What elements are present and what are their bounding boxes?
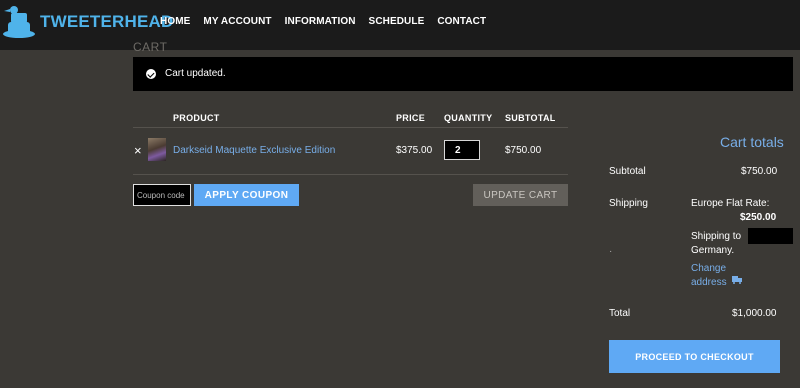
quantity-input[interactable] (444, 140, 480, 160)
logo-icon[interactable] (2, 3, 36, 39)
change-address-link-line2[interactable]: address (691, 277, 727, 288)
nav-my-account[interactable]: MY ACCOUNT (203, 16, 271, 27)
product-thumbnail[interactable] (148, 138, 166, 161)
product-name-link[interactable]: Darkseid Maquette Exclusive Edition (173, 145, 335, 156)
top-navbar: TWEETERHEAD HOME MY ACCOUNT INFORMATION … (0, 0, 800, 50)
main-nav: HOME MY ACCOUNT INFORMATION SCHEDULE CON… (160, 16, 499, 27)
total-value: $1,000.00 (732, 308, 777, 319)
page-title: CART (133, 40, 168, 54)
col-header-quantity: QUANTITY (444, 113, 493, 123)
nav-schedule[interactable]: SCHEDULE (369, 16, 425, 27)
subtotal-value: $750.00 (741, 166, 778, 177)
shipping-country: Germany. (691, 245, 735, 256)
nav-contact[interactable]: CONTACT (437, 16, 486, 27)
notice-message: Cart updated. (165, 68, 226, 79)
update-cart-button[interactable]: UPDATE CART (473, 184, 568, 206)
subtotal-label: Subtotal (609, 166, 646, 177)
shipping-label: Shipping (609, 198, 648, 209)
separator-dot: · (609, 246, 613, 257)
proceed-to-checkout-button[interactable]: PROCEED TO CHECKOUT (609, 340, 780, 373)
total-label: Total (609, 308, 631, 319)
nav-information[interactable]: INFORMATION (285, 16, 356, 27)
apply-coupon-button[interactable]: APPLY COUPON (194, 184, 299, 206)
brand-name[interactable]: TWEETERHEAD (40, 12, 173, 32)
shipping-method: Europe Flat Rate: (691, 198, 770, 209)
table-divider (133, 127, 568, 128)
shipping-amount: $250.00 (740, 212, 777, 223)
truck-icon[interactable] (732, 276, 742, 284)
coupon-code-input[interactable] (133, 184, 191, 206)
col-header-subtotal: SUBTOTAL (505, 113, 556, 123)
col-header-product: PRODUCT (173, 113, 220, 123)
table-divider (133, 174, 568, 175)
col-header-price: PRICE (396, 113, 426, 123)
redacted-address (748, 228, 793, 244)
check-circle-icon (146, 69, 156, 79)
nav-home[interactable]: HOME (160, 16, 190, 27)
cart-updated-notice: Cart updated. (133, 57, 793, 91)
remove-item-icon[interactable]: × (134, 144, 142, 158)
change-address-link[interactable]: Change (691, 263, 726, 274)
shipping-to-label: Shipping to (691, 231, 742, 242)
product-subtotal: $750.00 (505, 145, 542, 156)
product-price: $375.00 (396, 145, 433, 156)
cart-totals-title: Cart totals (720, 134, 784, 150)
